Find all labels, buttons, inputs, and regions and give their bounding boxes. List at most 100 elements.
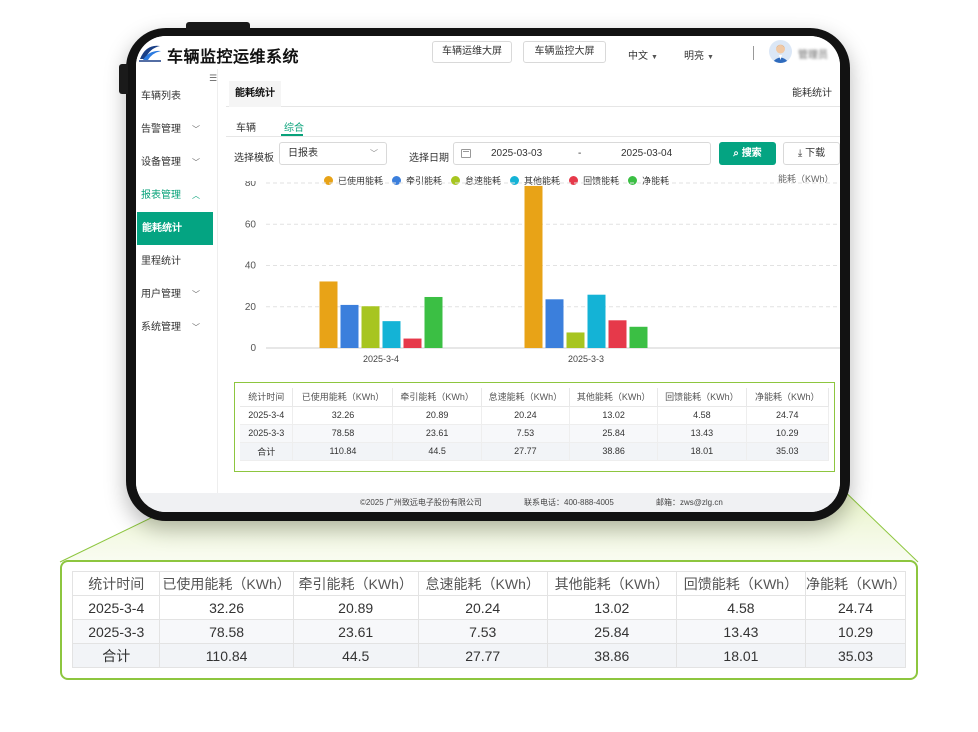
- sidebar-item-label: 报表管理: [141, 190, 181, 201]
- table-header-row: 统计时间 已使用能耗（KWh） 牵引能耗（KWh） 怠速能耗（KWh） 其他能耗（KWh…: [240, 388, 830, 407]
- sidebar-item-label: 能耗统计: [142, 223, 182, 234]
- chevron-down-icon: ﹀: [192, 125, 200, 134]
- theme-select[interactable]: 明亮 ▼: [684, 47, 714, 62]
- y-tick-label: 0: [250, 343, 256, 354]
- device-power-button: [186, 22, 250, 30]
- monitor-screen-button[interactable]: 车辆监控大屏: [523, 41, 606, 63]
- language-select[interactable]: 中文 ▼: [628, 47, 658, 62]
- chevron-down-icon: ﹀: [192, 323, 200, 332]
- download-button[interactable]: ⤓ 下载: [783, 142, 840, 165]
- table-cell: 2025-3-3: [240, 424, 294, 443]
- search-icon: ⌕: [733, 148, 742, 159]
- sidebar-item[interactable]: 用户管理 ﹀: [136, 278, 213, 311]
- chart-bar[interactable]: [424, 296, 443, 348]
- page-title-bar: 能耗统计 能耗统计: [226, 81, 840, 107]
- sidebar-item[interactable]: 车辆列表: [136, 80, 213, 113]
- copyright-text: ©2025 广州致远电子股份有限公司: [360, 498, 482, 507]
- table-cell: 2025-3-3: [71, 619, 161, 644]
- date-end-input[interactable]: 2025-03-04: [621, 143, 672, 164]
- template-value: 日报表: [288, 148, 318, 159]
- caret-down-icon: ▼: [651, 54, 658, 61]
- page-title[interactable]: 能耗统计: [229, 81, 281, 107]
- main-content: 能耗统计 能耗统计 车辆 综合 选择模板 日报表 ﹀ 选择日期 2025-03-…: [226, 81, 840, 493]
- table-header-cell: 已使用能耗（KWh）: [159, 571, 294, 596]
- y-tick-label: 20: [245, 302, 257, 313]
- x-tick-label: 2025-3-4: [363, 354, 399, 364]
- tab-summary[interactable]: 综合: [284, 119, 304, 134]
- tab-vehicle[interactable]: 车辆: [236, 119, 256, 134]
- contact-phone: 联系电话：400-888-4005: [524, 498, 614, 507]
- table-cell: 2025-3-4: [240, 406, 294, 425]
- chart-bar[interactable]: [608, 320, 627, 348]
- table-cell: 78.58: [159, 619, 294, 644]
- user-name[interactable]: 管理员: [798, 46, 828, 61]
- breadcrumb: 能耗统计: [792, 88, 832, 99]
- zoomed-table-callout: 统计时间 已使用能耗（KWh） 牵引能耗（KWh） 怠速能耗（KWh） 其他能耗（KWh…: [60, 560, 918, 680]
- chart-bar[interactable]: [403, 338, 422, 348]
- table-cell: 4.58: [675, 595, 806, 620]
- chevron-down-icon: ﹀: [192, 290, 200, 299]
- table-header-cell: 牵引能耗（KWh）: [392, 388, 482, 407]
- table-cell: 24.74: [804, 595, 907, 620]
- date-start-input[interactable]: 2025-03-03: [491, 143, 542, 164]
- device-volume-button: [119, 64, 128, 94]
- table-cell: 110.84: [292, 442, 394, 461]
- chart-bar[interactable]: [382, 321, 401, 348]
- chart-bar[interactable]: [566, 332, 585, 348]
- sidebar-item[interactable]: 告警管理 ﹀: [136, 113, 213, 146]
- energy-table: 统计时间 已使用能耗（KWh） 牵引能耗（KWh） 怠速能耗（KWh） 其他能耗（KWh…: [240, 388, 830, 461]
- table-cell: 20.89: [292, 595, 419, 620]
- table-cell: 32.26: [292, 406, 394, 425]
- y-tick-label: 80: [245, 181, 257, 189]
- sidebar: ☰ 车辆列表 告警管理 ﹀ 设备管理 ﹀ 报表管理 ︿ 能耗统计 里程统计 用户管理 ﹀ 系统管理 ﹀: [136, 69, 218, 493]
- sidebar-item[interactable]: 报表管理 ︿: [136, 179, 213, 212]
- table-cell: 13.02: [569, 406, 659, 425]
- table-total-row: 合计 110.84 44.5 27.77 38.86 18.01 35.03: [71, 643, 907, 668]
- sidebar-item[interactable]: 系统管理 ﹀: [136, 311, 213, 344]
- chart-bar[interactable]: [319, 281, 338, 348]
- chart-bar[interactable]: [361, 306, 380, 348]
- tablet-device-frame: 车辆监控运维系统 车辆运维大屏 车辆监控大屏 中文 ▼ 明亮 ▼ 管理员 ☰ 车辆列…: [119, 22, 850, 521]
- table-cell: 7.53: [481, 424, 571, 443]
- caret-down-icon: ▼: [707, 54, 714, 61]
- table-header-row: 统计时间 已使用能耗（KWh） 牵引能耗（KWh） 怠速能耗（KWh） 其他能耗（KWh…: [71, 571, 907, 596]
- table-cell: 20.89: [392, 406, 482, 425]
- table-cell: 10.29: [804, 619, 907, 644]
- sidebar-item-label: 系统管理: [141, 322, 181, 333]
- table-header-cell: 怠速能耗（KWh）: [481, 388, 571, 407]
- table-header-cell: 回馈能耗（KWh）: [675, 571, 806, 596]
- template-select[interactable]: 日报表 ﹀: [279, 142, 387, 165]
- sidebar-item[interactable]: 能耗统计: [137, 212, 213, 245]
- chart-bar[interactable]: [587, 294, 606, 348]
- logo-icon: [139, 45, 161, 62]
- sidebar-item-label: 车辆列表: [141, 91, 181, 102]
- date-range-picker[interactable]: 2025-03-03 - 2025-03-04: [453, 142, 711, 165]
- table-header-cell: 其他能耗（KWh）: [546, 571, 677, 596]
- chevron-down-icon: ﹀: [192, 158, 200, 167]
- table-cell: 44.5: [292, 643, 419, 668]
- table-cell: 13.02: [546, 595, 677, 620]
- sidebar-item[interactable]: 里程统计: [136, 245, 213, 278]
- chart-bar[interactable]: [524, 185, 543, 348]
- search-button[interactable]: ⌕ 搜索: [719, 142, 776, 165]
- table-header-cell: 其他能耗（KWh）: [569, 388, 659, 407]
- table-cell: 44.5: [392, 442, 482, 461]
- device-screen: 车辆监控运维系统 车辆运维大屏 车辆监控大屏 中文 ▼ 明亮 ▼ 管理员 ☰ 车辆列…: [136, 36, 840, 512]
- ops-screen-button[interactable]: 车辆运维大屏: [432, 41, 512, 63]
- table-cell: 24.74: [746, 406, 830, 425]
- sidebar-item[interactable]: 设备管理 ﹀: [136, 146, 213, 179]
- chart-bar[interactable]: [629, 326, 648, 348]
- table-cell: 10.29: [746, 424, 830, 443]
- y-tick-label: 60: [245, 219, 257, 230]
- table-cell: 27.77: [481, 442, 571, 461]
- avatar[interactable]: [769, 40, 792, 63]
- chart-bar[interactable]: [340, 304, 359, 348]
- tabs-divider: [226, 136, 840, 137]
- download-icon: ⤓: [797, 148, 806, 159]
- zoomed-energy-table: 统计时间 已使用能耗（KWh） 牵引能耗（KWh） 怠速能耗（KWh） 其他能耗（KWh…: [71, 571, 907, 668]
- table-cell: 25.84: [569, 424, 659, 443]
- table-cell: 合计: [71, 643, 161, 668]
- table-cell: 20.24: [481, 406, 571, 425]
- chart-bar[interactable]: [545, 299, 564, 348]
- table-total-row: 合计 110.84 44.5 27.77 38.86 18.01 35.03: [240, 442, 830, 461]
